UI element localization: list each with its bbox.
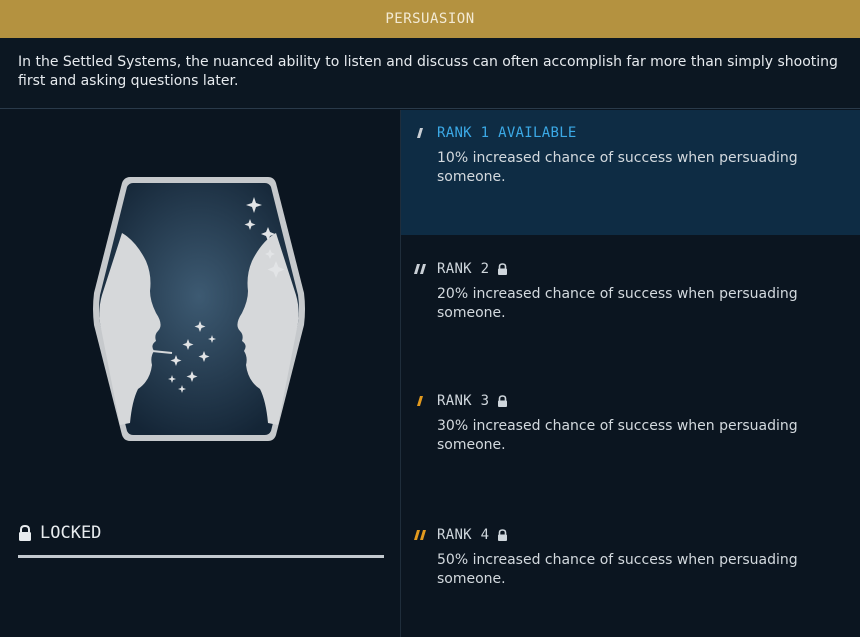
rank-2-row[interactable]: RANK 2 20% increased chance of success w… bbox=[401, 246, 860, 376]
persuasion-faces-icon bbox=[93, 177, 305, 441]
rank-description: 30% increased chance of success when per… bbox=[437, 418, 798, 453]
rank-title: RANK 3 bbox=[437, 393, 490, 409]
skill-description-panel: In the Settled Systems, the nuanced abil… bbox=[0, 38, 860, 109]
locked-status: LOCKED bbox=[18, 523, 101, 543]
rank-title: RANK 1 AVAILABLE bbox=[437, 125, 577, 141]
lock-icon bbox=[19, 525, 31, 541]
rank-pips-icon bbox=[417, 396, 423, 406]
rank-1-row[interactable]: RANK 1 AVAILABLE 10% increased chance of… bbox=[401, 110, 860, 235]
rank-3-row[interactable]: RANK 3 30% increased chance of success w… bbox=[401, 378, 860, 508]
rank-pips-icon bbox=[414, 264, 426, 274]
rank-pips-icon bbox=[417, 128, 423, 138]
rank-description: 10% increased chance of success when per… bbox=[437, 150, 798, 185]
skill-title: PERSUASION bbox=[385, 11, 475, 27]
locked-label: LOCKED bbox=[40, 523, 102, 543]
lock-icon bbox=[498, 263, 508, 275]
rank-description: 20% increased chance of success when per… bbox=[437, 286, 798, 321]
skill-description: In the Settled Systems, the nuanced abil… bbox=[18, 54, 838, 89]
rank-title: RANK 4 bbox=[437, 527, 490, 543]
lock-icon bbox=[498, 395, 508, 407]
rank-4-row[interactable]: RANK 4 50% increased chance of success w… bbox=[401, 512, 860, 637]
skill-header: PERSUASION bbox=[0, 0, 860, 38]
rank-title: RANK 2 bbox=[437, 261, 490, 277]
progress-bar bbox=[18, 555, 384, 558]
rank-description: 50% increased chance of success when per… bbox=[437, 552, 798, 587]
lock-icon bbox=[498, 529, 508, 541]
rank-pips-icon bbox=[414, 530, 426, 540]
